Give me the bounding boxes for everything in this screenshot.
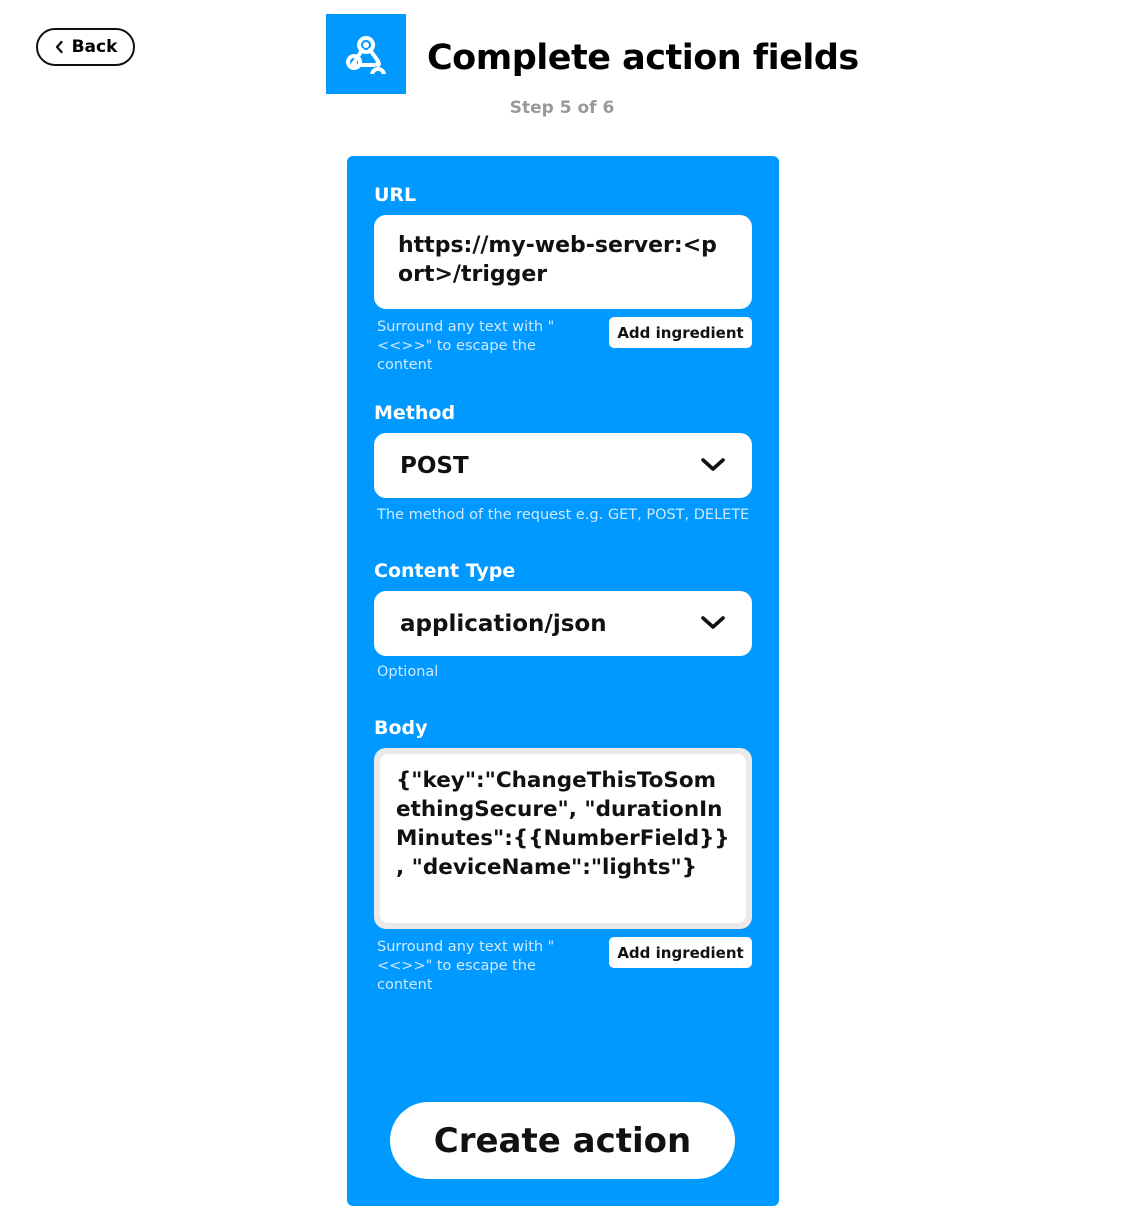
step-indicator: Step 5 of 6 [509, 98, 615, 118]
content-type-helper-text: Optional [377, 664, 439, 680]
body-add-ingredient-button[interactable]: Add ingredient [609, 937, 752, 968]
chevron-left-icon [54, 40, 64, 54]
content-type-select[interactable]: application/json [374, 591, 752, 656]
url-helper-text: Surround any text with "<<>>" to escape … [377, 319, 555, 373]
method-select[interactable]: POST [374, 433, 752, 498]
create-action-button[interactable]: Create action [390, 1102, 735, 1179]
content-type-value: application/json [400, 610, 607, 637]
content-type-label: Content Type [374, 560, 516, 582]
body-label: Body [374, 717, 428, 739]
chevron-down-icon [700, 453, 726, 479]
url-add-ingredient-button[interactable]: Add ingredient [609, 317, 752, 348]
body-textarea[interactable]: {"key":"ChangeThisToSomethingSecure", "d… [374, 748, 752, 929]
method-helper-text: The method of the request e.g. GET, POST… [377, 507, 750, 523]
back-button[interactable]: Back [36, 28, 135, 66]
page-title: Complete action fields [427, 38, 859, 78]
url-input[interactable]: https://my-web-server:<port>/trigger [374, 215, 752, 309]
back-label: Back [71, 37, 118, 57]
body-helper-text: Surround any text with "<<>>" to escape … [377, 939, 555, 993]
chevron-down-icon [700, 611, 726, 637]
body-value: {"key":"ChangeThisToSomethingSecure", "d… [380, 754, 746, 923]
method-value: POST [400, 452, 469, 479]
method-label: Method [374, 402, 456, 424]
action-form: URL https://my-web-server:<port>/trigger… [347, 156, 779, 1206]
webhooks-icon [326, 14, 406, 94]
url-label: URL [374, 184, 417, 206]
